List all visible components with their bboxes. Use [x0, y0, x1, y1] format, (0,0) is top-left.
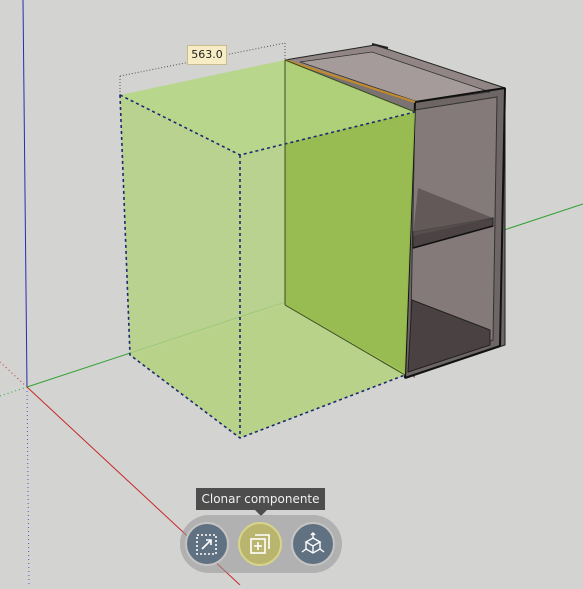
red-axis-dotted	[0, 361, 28, 388]
clone-component-button[interactable]	[238, 522, 282, 566]
component-toolbar	[180, 515, 342, 573]
tooltip: Clonar componente	[196, 488, 325, 510]
move-axes-button[interactable]	[291, 522, 335, 566]
scale-button[interactable]	[185, 522, 229, 566]
green-axis-dotted	[0, 386, 28, 397]
blue-axis	[22, 0, 28, 388]
clone-preview-box[interactable]	[119, 59, 416, 439]
dimension-label: 563.0	[187, 45, 227, 65]
blue-axis-dotted	[26, 386, 30, 586]
